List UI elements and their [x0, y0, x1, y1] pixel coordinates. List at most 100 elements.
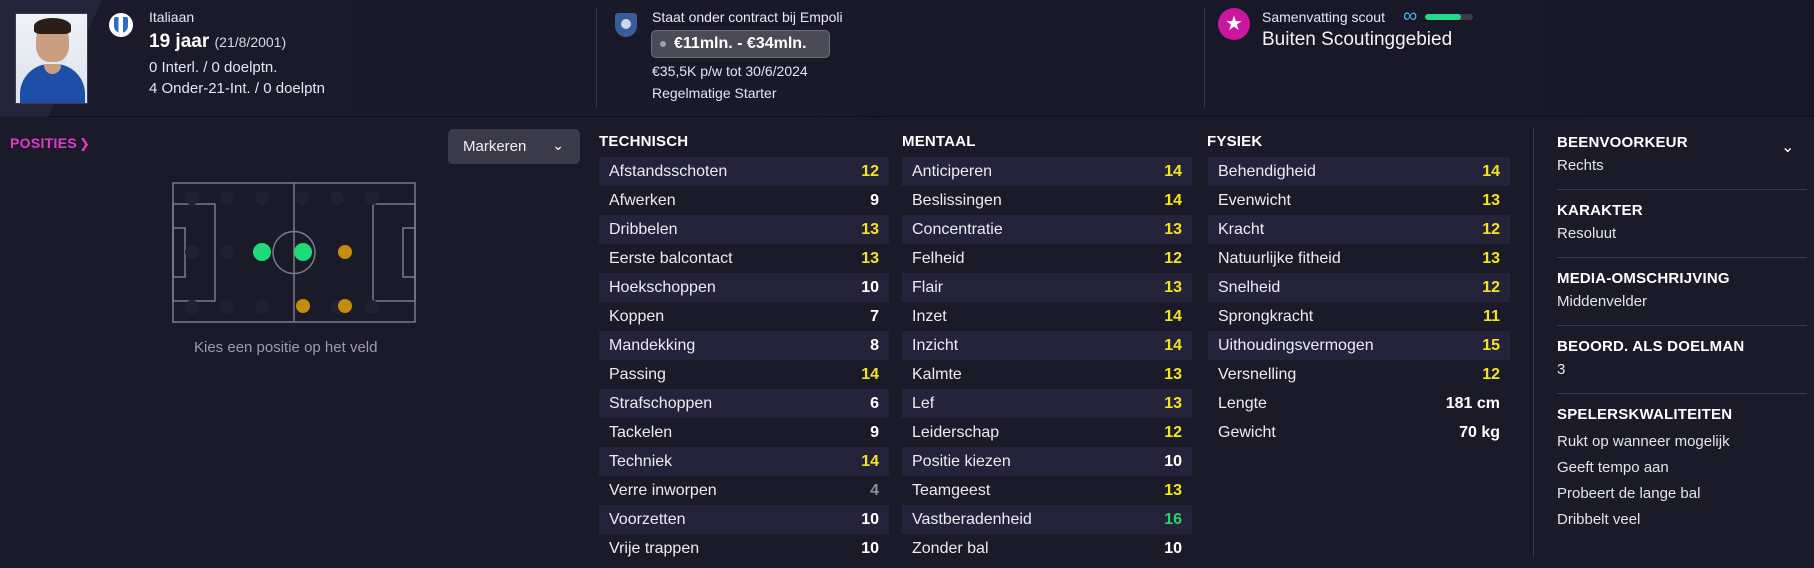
attribute-row[interactable]: Eerste balcontact 13 [599, 244, 889, 273]
transfer-value-pill[interactable]: €11mln. - €34mln. [651, 30, 830, 58]
attribute-row[interactable]: Voorzetten 10 [599, 505, 889, 534]
attribute-row[interactable]: Tackelen 9 [599, 418, 889, 447]
attribute-row[interactable]: Passing 14 [599, 360, 889, 389]
divider [1557, 189, 1807, 190]
attribute-row[interactable]: Evenwicht 13 [1208, 186, 1510, 215]
position-pitch[interactable] [172, 182, 416, 323]
attribute-label: Afwerken [609, 191, 676, 209]
attribute-label: Vastberadenheid [912, 510, 1032, 528]
pitch-hint: Kies een positie op het veld [194, 339, 378, 356]
attribute-value: 10 [1164, 539, 1182, 557]
attribute-label: Positie kiezen [912, 452, 1011, 470]
attribute-value: 12 [1482, 220, 1500, 238]
attribute-row[interactable]: Flair 13 [902, 273, 1192, 302]
attribute-label: Tackelen [609, 423, 673, 441]
attribute-row[interactable]: Beslissingen 14 [902, 186, 1192, 215]
attribute-row[interactable]: Leiderschap 12 [902, 418, 1192, 447]
attribute-row[interactable]: Snelheid 12 [1208, 273, 1510, 302]
attribute-row[interactable]: Uithoudingsvermogen 15 [1208, 331, 1510, 360]
attribute-row[interactable]: Kalmte 13 [902, 360, 1192, 389]
attribute-label: Zonder bal [912, 539, 989, 557]
star-icon[interactable]: ★ [1218, 8, 1250, 40]
mark-dropdown-button[interactable]: Markeren ⌄ [448, 129, 580, 164]
position-dot-natural[interactable] [253, 243, 271, 261]
attribute-row[interactable]: Verre inworpen 4 [599, 476, 889, 505]
attribute-row[interactable]: Afstandsschoten 12 [599, 157, 889, 186]
attribute-value: 13 [1164, 365, 1182, 383]
date-of-birth: (21/8/2001) [214, 34, 287, 50]
attribute-row[interactable]: Dribbelen 13 [599, 215, 889, 244]
attribute-value: 13 [1164, 278, 1182, 296]
physical-measurements: Lengte 181 cm Gewicht 70 kg [1208, 389, 1510, 447]
divider [1557, 393, 1807, 394]
positions-link[interactable]: POSITIES ❯ [10, 135, 90, 152]
attribute-row[interactable]: Concentratie 13 [902, 215, 1192, 244]
attribute-value: 9 [870, 423, 879, 441]
attribute-row[interactable]: Anticiperen 14 [902, 157, 1192, 186]
attribute-row[interactable]: Lef 13 [902, 389, 1192, 418]
attribute-value: 13 [861, 220, 879, 238]
info-divider [1533, 128, 1534, 558]
transfer-value: €11mln. - €34mln. [674, 35, 807, 52]
attribute-row[interactable]: Hoekschoppen 10 [599, 273, 889, 302]
attribute-value: 14 [1164, 336, 1182, 354]
club-badge-icon[interactable] [615, 13, 637, 37]
attribute-row[interactable]: Felheid 12 [902, 244, 1192, 273]
attribute-row[interactable]: Natuurlijke fitheid 13 [1208, 244, 1510, 273]
attribute-label: Concentratie [912, 220, 1003, 238]
goalkeeper-rating: BEOORD. ALS DOELMAN 3 [1557, 338, 1807, 394]
personality-value: Resoluut [1557, 225, 1617, 242]
trait-item[interactable]: Geeft tempo aan [1557, 455, 1807, 481]
trait-item[interactable]: Rukt op wanneer mogelijk [1557, 429, 1807, 455]
attribute-row[interactable]: Techniek 14 [599, 447, 889, 476]
attribute-value: 16 [1164, 510, 1182, 528]
attribute-value: 13 [1164, 481, 1182, 499]
attribute-row[interactable]: Positie kiezen 10 [902, 447, 1192, 476]
attribute-value: 13 [1164, 394, 1182, 412]
attribute-row[interactable]: Inzicht 14 [902, 331, 1192, 360]
attribute-row[interactable]: Kracht 12 [1208, 215, 1510, 244]
attribute-value: 12 [861, 162, 879, 180]
attribute-row[interactable]: Vastberadenheid 16 [902, 505, 1192, 534]
attribute-value: 4 [870, 481, 879, 499]
attribute-label: Passing [609, 365, 666, 383]
attribute-value: 15 [1482, 336, 1500, 354]
attribute-row[interactable]: Behendigheid 14 [1208, 157, 1510, 186]
attribute-value: 10 [861, 539, 879, 557]
height-row: Lengte 181 cm [1208, 389, 1510, 418]
player-header: Italiaan 19 jaar (21/8/2001) 0 Interl. /… [0, 0, 1814, 117]
italy-flag-icon[interactable] [109, 13, 133, 37]
bullet-icon [660, 41, 666, 47]
preferred-foot: BEENVOORKEUR Rechts [1557, 134, 1807, 190]
attribute-row[interactable]: Sprongkracht 11 [1208, 302, 1510, 331]
mental-title: MENTAAL [902, 133, 976, 150]
attribute-row[interactable]: Afwerken 9 [599, 186, 889, 215]
trait-item[interactable]: Probeert de lange bal [1557, 481, 1807, 507]
weight-value: 70 kg [1459, 423, 1500, 441]
attribute-row[interactable]: Vrije trappen 10 [599, 534, 889, 563]
position-dot-natural[interactable] [294, 243, 312, 261]
position-dot-competent[interactable] [338, 299, 352, 313]
trait-item[interactable]: Dribbelt veel [1557, 507, 1807, 533]
attribute-row[interactable]: Inzet 14 [902, 302, 1192, 331]
attribute-label: Versnelling [1218, 365, 1297, 383]
attribute-row[interactable]: Mandekking 8 [599, 331, 889, 360]
player-traits-title: SPELERSKWALITEITEN [1557, 406, 1733, 423]
attribute-label: Techniek [609, 452, 673, 470]
attribute-label: Inzet [912, 307, 947, 325]
attribute-value: 14 [861, 452, 879, 470]
header-divider [596, 8, 597, 108]
position-dot-competent[interactable] [338, 245, 352, 259]
player-photo[interactable] [15, 13, 88, 104]
nationality: Italiaan [149, 9, 195, 25]
attribute-label: Leiderschap [912, 423, 1000, 441]
attribute-row[interactable]: Koppen 7 [599, 302, 889, 331]
attribute-value: 13 [1164, 220, 1182, 238]
position-dot-competent[interactable] [296, 299, 310, 313]
positions-label: POSITIES [10, 135, 77, 151]
attribute-label: Anticiperen [912, 162, 993, 180]
attribute-row[interactable]: Zonder bal 10 [902, 534, 1192, 563]
attribute-row[interactable]: Teamgeest 13 [902, 476, 1192, 505]
attribute-row[interactable]: Versnelling 12 [1208, 360, 1510, 389]
attribute-row[interactable]: Strafschoppen 6 [599, 389, 889, 418]
